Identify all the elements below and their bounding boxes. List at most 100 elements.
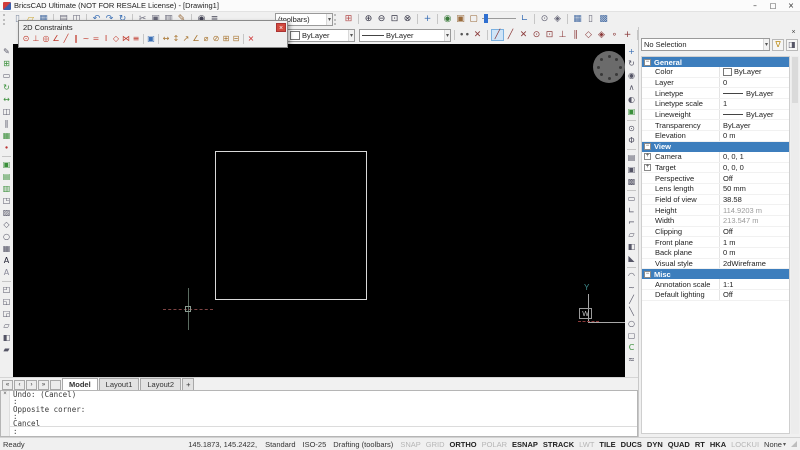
property-value[interactable]: Off xyxy=(719,290,789,300)
equal-constraint-icon[interactable]: = xyxy=(91,33,101,45)
snap-center-icon[interactable]: ⊙ xyxy=(530,29,543,41)
render-presets-icon[interactable]: ▩ xyxy=(597,13,610,25)
snap-midpoint-icon[interactable]: ╱ xyxy=(504,29,517,41)
parallel-constraint-icon[interactable]: ∥ xyxy=(71,33,81,45)
table-icon[interactable]: ▦ xyxy=(1,243,12,254)
quick-select-icon[interactable]: ∇ xyxy=(772,38,784,51)
snap-intersection-icon[interactable]: ✕ xyxy=(517,29,530,41)
property-value[interactable]: 1 m xyxy=(719,237,789,247)
status-toggle-esnap[interactable]: ESNAP xyxy=(512,440,538,449)
wave-edit-icon[interactable]: ≈ xyxy=(626,354,637,365)
status-toggle-strack[interactable]: STRACK xyxy=(543,440,574,449)
polyline-tool-icon[interactable]: ╲ xyxy=(626,306,637,317)
smooth-constraint-icon[interactable]: ~ xyxy=(81,33,91,45)
ucs-icon[interactable]: ∟ xyxy=(518,13,531,25)
workspace-icon[interactable]: ◈ xyxy=(551,13,564,25)
toolbar-grip[interactable] xyxy=(334,13,339,25)
drawing-explorer-icon[interactable]: ⊞ xyxy=(342,13,355,25)
collapse-icon[interactable]: − xyxy=(644,58,651,66)
snap-track-icon[interactable]: ∙∙ xyxy=(458,29,471,41)
hide-constraints-icon[interactable]: ⊟ xyxy=(231,33,241,45)
orbit-view-icon[interactable]: ↻ xyxy=(626,58,637,69)
chevron-down-icon[interactable]: ▾ xyxy=(783,441,786,448)
hide-entities-icon[interactable]: ▢ xyxy=(467,13,480,25)
snap-entity-icon[interactable]: ⊡ xyxy=(543,29,556,41)
draw-order-icon[interactable]: ◧ xyxy=(626,241,637,252)
status-toggle-polar[interactable]: POLAR xyxy=(482,440,507,449)
property-value[interactable]: 1 xyxy=(719,99,789,109)
section-header-view[interactable]: − View xyxy=(642,141,789,152)
snap-endpoint-icon[interactable]: ╱ xyxy=(491,29,504,41)
revision-cloud-icon[interactable]: ○ xyxy=(626,318,637,329)
union-icon[interactable]: ◰ xyxy=(1,284,12,295)
property-value[interactable]: 38.58 xyxy=(719,194,789,205)
named-views-icon[interactable]: ▤ xyxy=(626,152,637,163)
concentric-constraint-icon[interactable]: ◎ xyxy=(41,33,51,45)
status-toggle-ortho[interactable]: ORTHO xyxy=(450,440,477,449)
auto-constrain-icon[interactable]: ▣ xyxy=(146,33,156,45)
status-toggle-lockui[interactable]: LOCKUI xyxy=(731,440,759,449)
zoom-extents-icon[interactable]: ⊗ xyxy=(401,13,414,25)
circle-icon[interactable]: ○ xyxy=(1,231,12,242)
symmetric-constraint-icon[interactable]: ◇ xyxy=(111,33,121,45)
convert-curve-icon[interactable]: C xyxy=(626,342,637,353)
previous-layout-button[interactable]: ‹ xyxy=(14,380,25,390)
flatten-icon[interactable]: ⌐ xyxy=(626,217,637,228)
mirror-tool-icon[interactable]: ◫ xyxy=(1,106,12,117)
slider-knob[interactable] xyxy=(484,14,488,23)
perpendicular-constraint-icon[interactable]: ⊥ xyxy=(31,33,41,45)
radial-dim-constraint-icon[interactable]: ⌀ xyxy=(201,33,211,45)
chevron-down-icon[interactable]: ▾ xyxy=(347,29,354,41)
hatch-icon[interactable]: ▨ xyxy=(1,207,12,218)
property-value[interactable]: 213.547 m xyxy=(719,215,789,226)
angle-constraint-icon[interactable]: ∠ xyxy=(51,33,61,45)
walk-through-icon[interactable]: ∧ xyxy=(626,82,637,93)
drawing-canvas[interactable]: Y X W xyxy=(13,44,625,377)
edit-entity-icon[interactable]: ✎ xyxy=(1,46,12,57)
properties-scrollbar[interactable] xyxy=(791,56,799,434)
color-dropdown[interactable]: ByLayer ▾ xyxy=(287,28,355,42)
aligned-dim-constraint-icon[interactable]: ↗ xyxy=(181,33,191,45)
snap-perpendicular-icon[interactable]: ⊥ xyxy=(556,29,569,41)
wedge-icon[interactable]: ◣ xyxy=(626,253,637,264)
status-field[interactable]: ISO-25 xyxy=(303,440,327,449)
property-value[interactable]: 2dWireframe xyxy=(719,258,789,269)
polygon-icon[interactable]: ◇ xyxy=(1,219,12,230)
twist-view-icon[interactable]: ⊙ xyxy=(626,123,637,134)
chevron-down-icon[interactable]: ▾ xyxy=(762,39,769,50)
linetype-dropdown[interactable]: ByLayer ▾ xyxy=(359,28,451,42)
property-value[interactable]: ByLayer xyxy=(719,88,789,99)
property-value[interactable]: ByLayer xyxy=(719,120,789,131)
zoom-in-icon[interactable]: ⊕ xyxy=(362,13,375,25)
paste-block-icon[interactable]: ▣ xyxy=(1,159,12,170)
brightness-slider[interactable] xyxy=(482,13,516,25)
status-toggle-hka[interactable]: HKA xyxy=(710,440,726,449)
tangent-constraint-icon[interactable]: ╱ xyxy=(61,33,71,45)
horizontal-constraint-icon[interactable]: ⋈ xyxy=(121,33,131,45)
visual-styles-icon[interactable]: ▣ xyxy=(626,106,637,117)
rotate-tool-icon[interactable]: ↻ xyxy=(1,82,12,93)
array-tool-icon[interactable]: ▦ xyxy=(1,130,12,141)
zoom-out-icon[interactable]: ⊖ xyxy=(375,13,388,25)
status-field[interactable]: Standard xyxy=(265,440,295,449)
property-value[interactable]: 0 m xyxy=(719,131,789,141)
look-from-icon[interactable]: ◉ xyxy=(626,70,637,81)
delete-constraints-icon[interactable]: × xyxy=(246,33,256,45)
diameter-dim-constraint-icon[interactable]: ⊘ xyxy=(211,33,221,45)
status-toggle-lwt[interactable]: LWT xyxy=(579,440,594,449)
command-panel-grip[interactable]: × xyxy=(1,391,10,436)
command-input[interactable]: : xyxy=(10,426,637,436)
maximize-button[interactable]: ▢ xyxy=(764,0,782,11)
offset-tool-icon[interactable]: ∥ xyxy=(1,118,12,129)
select-entities-icon[interactable]: ◨ xyxy=(786,38,798,51)
spline-tool-icon[interactable]: ~ xyxy=(626,282,637,293)
2d-constraints-toolbar[interactable]: 2D Constraints × ⊙ ⊥ ◎ ∠ ╱ ∥ ~ = I ◇ ⋈ ≡ ▣ ↔ ↕ ↗ ∠ ⌀ ⊘ ⊞ ⊟ × xyxy=(18,20,288,48)
snap-from-icon[interactable]: ✕ xyxy=(471,29,484,41)
drawn-rectangle[interactable] xyxy=(215,151,367,300)
toolbar-grip[interactable] xyxy=(3,13,8,25)
minimize-button[interactable]: – xyxy=(746,0,764,11)
chevron-down-icon[interactable]: ▾ xyxy=(443,29,450,41)
coordinates-display[interactable]: 145.1873, 145.2422, xyxy=(188,440,257,449)
collapse-icon[interactable]: − xyxy=(644,270,651,278)
snap-parallel-icon[interactable]: ∥ xyxy=(569,29,582,41)
